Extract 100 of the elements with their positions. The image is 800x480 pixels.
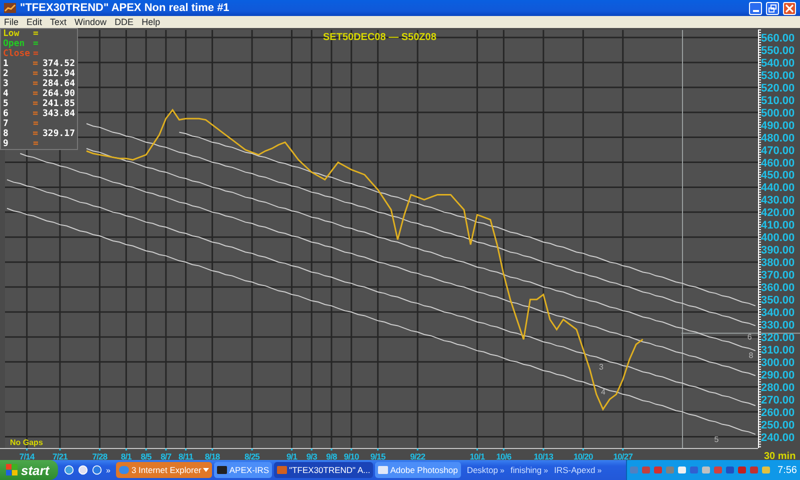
menu-item[interactable]: DDE (110, 16, 138, 28)
restore-button[interactable] (766, 2, 779, 14)
taskbar-button[interactable]: "TFEX30TREND" A... (274, 462, 374, 478)
y-axis-label: 530.00 (761, 70, 795, 82)
wave-label: 6 (747, 332, 752, 342)
y-axis-label: 500.00 (761, 107, 795, 120)
y-axis-label: 250.00 (761, 419, 795, 432)
y-axis-label: 330.00 (761, 319, 795, 332)
info-label: 4 (3, 89, 10, 99)
x-axis-label: 8/11 (178, 452, 194, 460)
document-icon (378, 465, 388, 475)
x-axis-label: 8/7 (160, 452, 172, 460)
x-tick (582, 448, 584, 450)
x-axis-label: 7/21 (52, 452, 68, 460)
info-label: Low (3, 29, 20, 39)
x-tick (350, 448, 352, 450)
equals-sign: = (32, 69, 40, 79)
y-axis-label: 340.00 (761, 307, 795, 319)
start-button[interactable]: start (0, 460, 58, 480)
equals-sign: = (33, 39, 40, 49)
x-tick (251, 448, 253, 450)
x-tick (476, 448, 478, 450)
windows-flag-icon (6, 464, 18, 476)
restore-icon (768, 4, 777, 12)
more-button[interactable]: » (597, 466, 602, 474)
more-button[interactable]: » (544, 466, 548, 474)
x-axis-label: 9/15 (370, 452, 386, 460)
y-axis-label: 370.00 (761, 270, 795, 282)
x-tick (98, 448, 100, 450)
y-axis-label: 450.00 (761, 170, 795, 182)
wave-label: 8 (748, 351, 754, 360)
taskbar-button[interactable]: 3 Internet Explorer (116, 462, 212, 478)
x-axis-label: 8/18 (204, 452, 220, 460)
x-axis-label: 9/22 (410, 452, 426, 460)
minimize-icon (752, 10, 758, 12)
close-icon (785, 4, 794, 12)
equals-sign: = (33, 139, 40, 149)
y-axis-label: 420.00 (761, 207, 795, 220)
close-button[interactable] (783, 2, 796, 14)
y-axis-label: 430.00 (761, 194, 795, 207)
info-label: 1 (3, 59, 10, 69)
x-axis-label: 8/25 (244, 452, 260, 460)
console-icon (217, 465, 228, 475)
equals-sign: = (32, 89, 40, 99)
y-axis-label: 560.00 (761, 32, 795, 44)
toolbar-label[interactable]: finishing (510, 465, 542, 475)
x-tick (502, 448, 504, 450)
info-value: 329.17 (42, 129, 75, 139)
x-axis-label: 9/1 (286, 452, 298, 460)
x-axis-label: 7/14 (19, 452, 34, 460)
equals-sign: = (33, 29, 40, 39)
x-axis-label: 10/6 (496, 452, 512, 460)
taskbar-button[interactable]: Adobe Photoshop (375, 462, 461, 478)
wave-label: 3 (599, 362, 604, 372)
x-tick (291, 448, 293, 450)
y-axis-label: 240.00 (761, 432, 795, 444)
info-value: 343.84 (42, 109, 75, 119)
interval-label: 30 min (764, 451, 796, 460)
y-axis-label: 270.00 (761, 394, 795, 406)
x-axis-label: 8/5 (140, 452, 152, 460)
x-tick (165, 448, 167, 450)
info-value: 374.52 (42, 59, 75, 69)
menu-item[interactable]: Help (138, 16, 164, 28)
x-axis-label: 10/20 (574, 452, 593, 460)
toolbar-label[interactable]: Desktop (466, 465, 498, 475)
y-axis-label: 380.00 (761, 257, 795, 270)
x-tick (59, 448, 61, 450)
menu-item[interactable]: File (0, 16, 23, 28)
equals-sign: = (32, 99, 40, 109)
chart-title: SET50DEC08 — S50Z08 (323, 32, 436, 43)
y-axis-label: 540.00 (761, 57, 795, 70)
menu-item[interactable]: Edit (22, 16, 46, 28)
menu-item[interactable]: Text (46, 16, 71, 28)
x-tick (330, 448, 332, 450)
info-label: 6 (3, 109, 10, 119)
more-button[interactable]: » (500, 466, 504, 474)
x-tick (542, 448, 544, 450)
more-button[interactable]: » (106, 466, 110, 474)
y-axis-label: 510.00 (761, 94, 795, 107)
equals-sign: = (32, 79, 40, 89)
x-tick (145, 448, 147, 450)
equals-sign: = (32, 59, 40, 69)
y-axis-label: 490.00 (761, 120, 795, 132)
x-axis-label: 8/1 (120, 452, 132, 460)
info-label: 2 (3, 69, 10, 79)
info-label: Close (3, 49, 32, 59)
info-label: 8 (3, 129, 10, 139)
y-axis-label: 350.00 (761, 294, 795, 307)
y-axis-label: 400.00 (761, 232, 795, 244)
y-axis-label: 480.00 (761, 132, 795, 144)
toolbar-label[interactable]: IRS-Apexd (554, 465, 596, 475)
info-label: 7 (3, 119, 10, 129)
taskbar-button[interactable]: APEX-IRS (214, 462, 272, 478)
x-axis-label: 9/3 (306, 452, 317, 460)
menu-item[interactable]: Window (70, 16, 111, 28)
minimize-button[interactable] (749, 2, 762, 14)
window-title: "TFEX30TREND" APEX Non real time #1 (20, 2, 230, 14)
x-tick (310, 448, 312, 450)
info-label: Open (3, 39, 26, 49)
y-axis-label: 440.00 (761, 182, 795, 194)
